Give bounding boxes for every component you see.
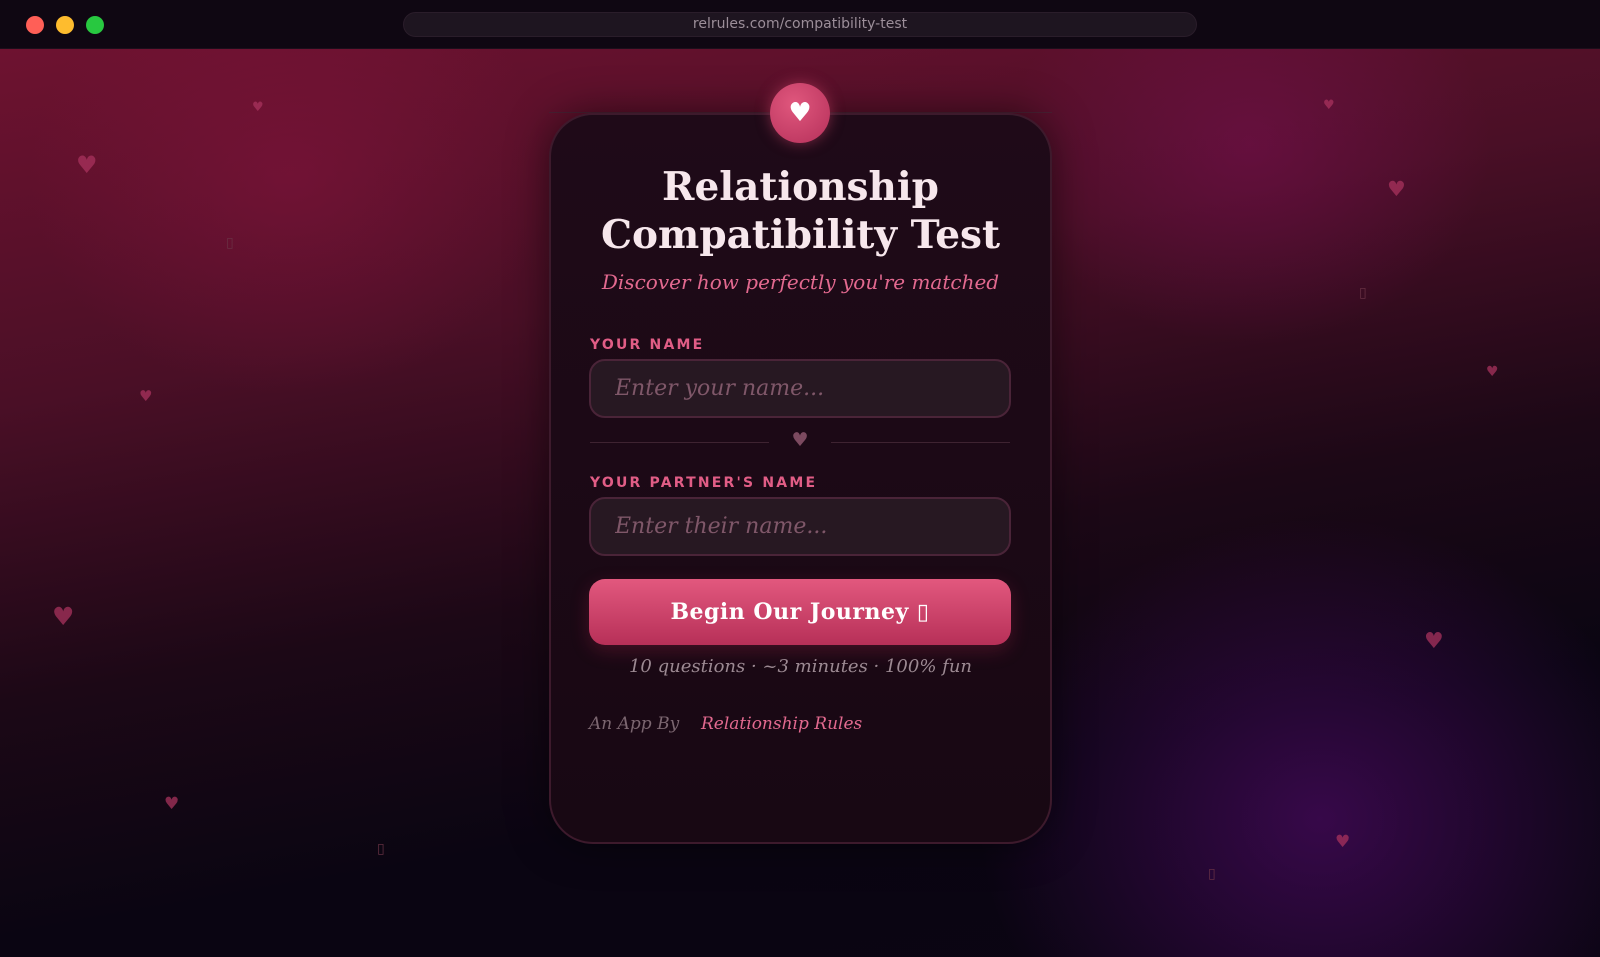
heart-icon: ♥ xyxy=(770,83,830,143)
floating-box-icon: ▯ xyxy=(1208,866,1216,882)
byline-text: An App By xyxy=(589,714,680,734)
maximize-window-button[interactable] xyxy=(86,16,104,34)
close-window-button[interactable] xyxy=(26,16,44,34)
floating-box-icon: ▯ xyxy=(226,235,234,251)
divider-line-right xyxy=(831,442,1010,443)
floating-heart-icon: ♥ xyxy=(1424,629,1444,654)
floating-box-icon: ▯ xyxy=(1359,285,1367,301)
floating-heart-icon: ♥ xyxy=(252,100,264,115)
floating-heart-icon: ♥ xyxy=(52,602,75,631)
your-name-label: YOUR NAME xyxy=(590,337,705,353)
floating-box-icon: ▯ xyxy=(377,841,385,857)
partner-name-input[interactable] xyxy=(589,497,1011,556)
app-window: relrules.com/compatibility-test ♥ ♥ ▯ ♥ … xyxy=(0,0,1600,957)
floating-heart-icon: ♥ xyxy=(1486,364,1499,380)
browser-titlebar: relrules.com/compatibility-test xyxy=(0,0,1600,49)
address-bar[interactable]: relrules.com/compatibility-test xyxy=(403,12,1197,37)
floating-heart-icon: ♥ xyxy=(1335,832,1351,852)
begin-journey-button[interactable]: Begin Our Journey ▯ xyxy=(589,579,1011,645)
minimize-window-button[interactable] xyxy=(56,16,74,34)
page-title: Relationship Compatibility Test xyxy=(601,164,1000,258)
page-subtitle: Discover how perfectly you're matched xyxy=(601,270,1000,294)
floating-heart-icon: ♥ xyxy=(76,151,98,179)
floating-heart-icon: ♥ xyxy=(1387,177,1406,201)
floating-heart-icon: ♥ xyxy=(164,794,180,814)
divider-line-left xyxy=(590,442,769,443)
relationship-rules-link[interactable]: Relationship Rules xyxy=(701,714,862,734)
partner-name-label: YOUR PARTNER'S NAME xyxy=(590,475,818,491)
your-name-input[interactable] xyxy=(589,359,1011,418)
floating-heart-icon: ♥ xyxy=(1323,98,1335,113)
test-info-text: 10 questions · ~3 minutes · 100% fun xyxy=(628,656,973,677)
floating-heart-icon: ♥ xyxy=(139,387,153,405)
divider-heart-icon: ♥ xyxy=(791,429,809,451)
